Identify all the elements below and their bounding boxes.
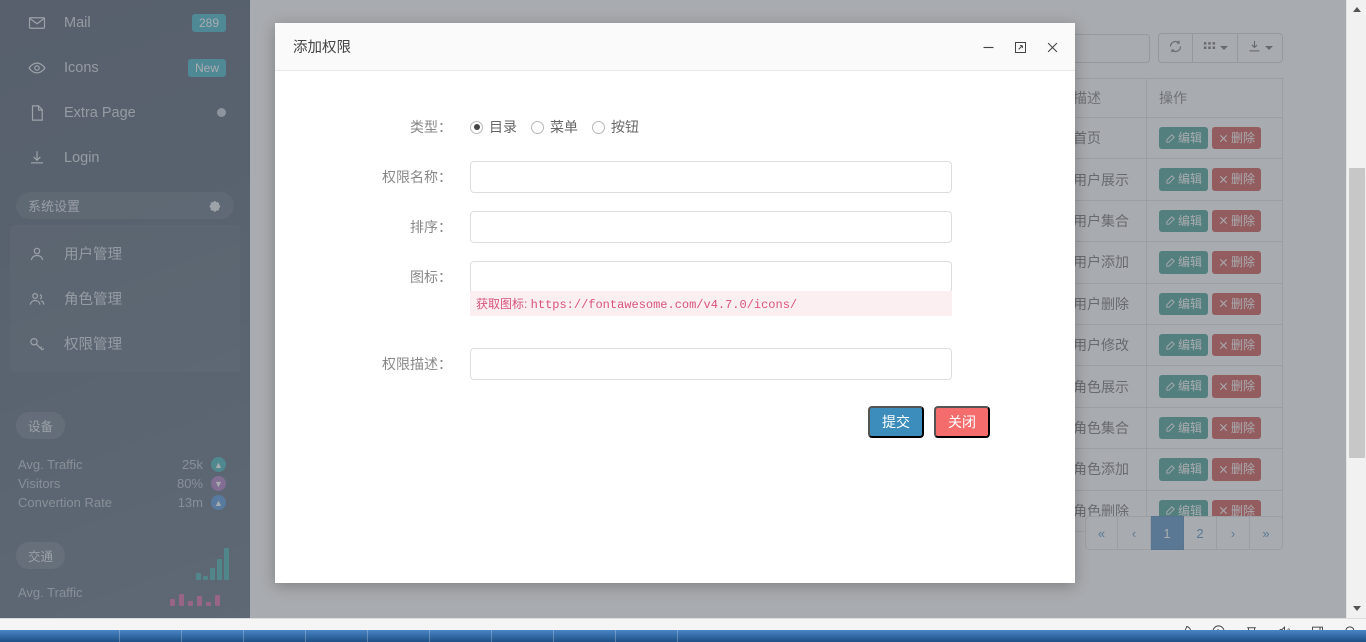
dialog-window-controls xyxy=(975,23,1065,71)
radio-dot-selected xyxy=(470,120,483,134)
taskbar-item[interactable] xyxy=(120,630,182,642)
icon-hint: 获取图标: https://fontawesome.com/v4.7.0/ico… xyxy=(470,291,952,316)
field-row-icon: 图标： xyxy=(275,261,1075,293)
actions-spacer xyxy=(275,406,868,438)
radio-option-directory[interactable]: 目录 xyxy=(470,117,517,137)
maximize-icon[interactable] xyxy=(1007,34,1033,60)
icon-label: 图标： xyxy=(410,269,452,285)
taskbar-item[interactable] xyxy=(244,630,306,642)
permission-name-label: 权限名称： xyxy=(382,169,452,185)
radio-label: 目录 xyxy=(489,119,517,135)
dialog-body: 类型： 目录 菜单 按钮 权限名称： 排序： 图标： 获取图标: https:/… xyxy=(275,71,1075,438)
dialog-title: 添加权限 xyxy=(293,40,351,56)
taskbar-item[interactable] xyxy=(616,630,678,642)
scroll-up-arrow-icon[interactable] xyxy=(1347,0,1366,19)
field-row-icon-hint: 获取图标: https://fontawesome.com/v4.7.0/ico… xyxy=(275,291,1075,328)
permission-name-input[interactable] xyxy=(470,161,952,193)
permission-desc-label: 权限描述： xyxy=(382,356,452,372)
scrollbar-thumb[interactable] xyxy=(1349,168,1365,458)
permission-desc-input[interactable] xyxy=(470,348,952,380)
minimize-icon[interactable] xyxy=(975,34,1001,60)
sort-input[interactable] xyxy=(470,211,952,243)
icon-hint-url[interactable]: https://fontawesome.com/v4.7.0/icons/ xyxy=(531,298,797,312)
scroll-down-arrow-icon[interactable] xyxy=(1347,599,1366,618)
submit-button[interactable]: 提交 xyxy=(868,406,924,438)
taskbar-item[interactable] xyxy=(0,630,120,642)
field-row-name: 权限名称： xyxy=(275,161,1075,193)
close-icon[interactable] xyxy=(1039,34,1065,60)
icon-input[interactable] xyxy=(470,261,952,293)
taskbar-item[interactable] xyxy=(368,630,430,642)
add-permission-dialog: 添加权限 类型： 目录 菜单 按钮 权限名称： 排序： 图标： 获取图标: ht… xyxy=(275,23,1075,583)
os-taskbar xyxy=(0,630,1366,642)
radio-option-menu[interactable]: 菜单 xyxy=(531,117,578,137)
taskbar-item[interactable] xyxy=(306,630,368,642)
field-row-sort: 排序： xyxy=(275,211,1075,243)
field-row-type: 类型： 目录 菜单 按钮 xyxy=(275,111,1075,143)
screen: Mail 289 Icons New Extra Page xyxy=(0,0,1366,642)
close-button[interactable]: 关闭 xyxy=(934,406,990,438)
dialog-actions: 提交 关闭 xyxy=(275,406,1075,438)
taskbar-item[interactable] xyxy=(554,630,616,642)
icon-hint-prefix: 获取图标: xyxy=(476,297,531,311)
taskbar-item[interactable] xyxy=(492,630,554,642)
radio-dot xyxy=(592,120,605,134)
radio-label: 菜单 xyxy=(550,119,578,135)
radio-dot xyxy=(531,120,544,134)
type-radio-group: 目录 菜单 按钮 xyxy=(470,111,952,143)
field-row-description: 权限描述： xyxy=(275,348,1075,380)
radio-option-button[interactable]: 按钮 xyxy=(592,117,639,137)
radio-label: 按钮 xyxy=(611,119,639,135)
taskbar-item[interactable] xyxy=(430,630,492,642)
vertical-scrollbar[interactable] xyxy=(1346,0,1366,618)
sort-label: 排序： xyxy=(410,219,452,235)
taskbar-item[interactable] xyxy=(182,630,244,642)
dialog-header: 添加权限 xyxy=(275,23,1075,71)
type-label: 类型： xyxy=(410,119,452,135)
